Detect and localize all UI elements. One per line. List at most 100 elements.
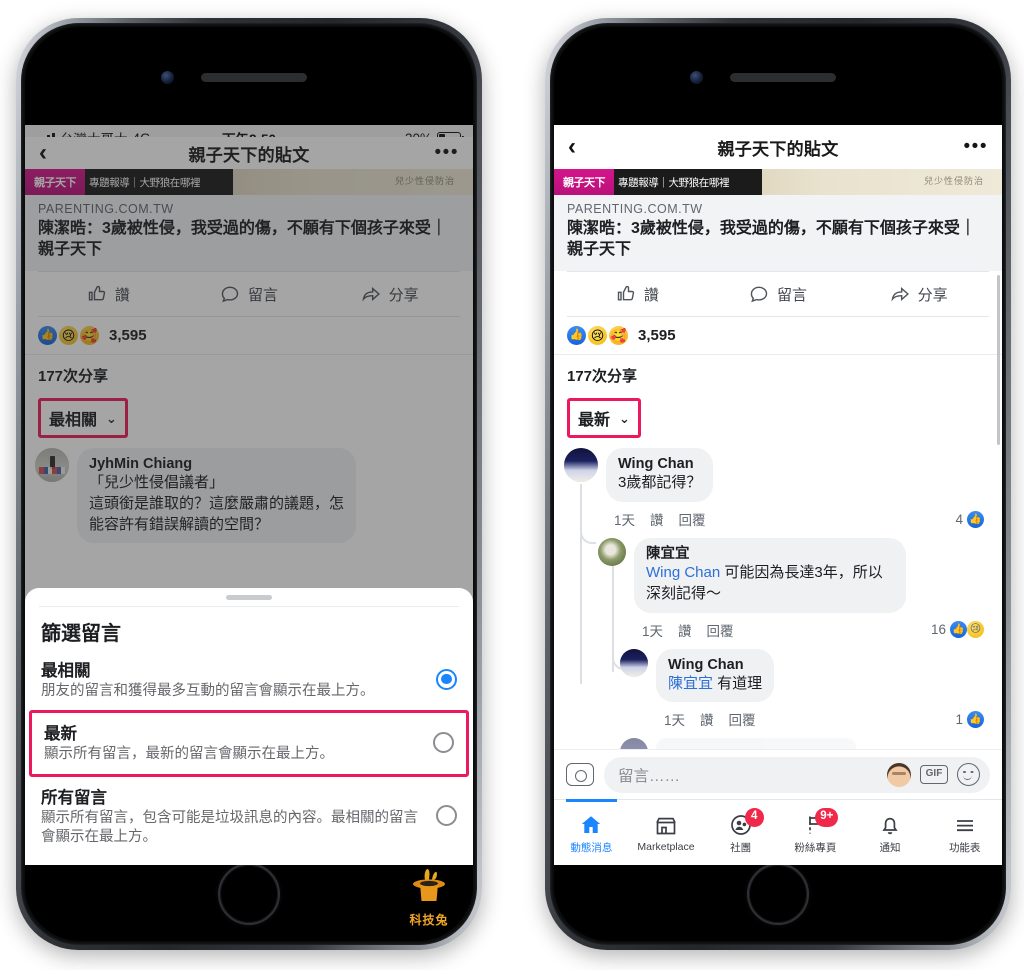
- marketplace-icon: [654, 814, 678, 838]
- option-description: 朋友的留言和獲得最多互動的留言會顯示在最上方。: [41, 682, 375, 699]
- tab-menu[interactable]: 功能表: [927, 800, 1002, 865]
- tab-news-feed[interactable]: 動態消息: [554, 799, 629, 865]
- comment-filter-wrap: 最新 ⌄: [554, 396, 1002, 444]
- right-phone-inner-bezel: ‹ 親子天下的貼文 ••• 親子天下 專題報導｜大野狼在哪裡 兒少性侵防治 PA…: [550, 23, 1006, 945]
- comment-reaction-summary[interactable]: 4 👍: [955, 510, 992, 528]
- comment-button[interactable]: 留言: [708, 272, 849, 316]
- comment-bubble[interactable]: 陳宜宜 Wing Chan 可能因為長達3年，所以深刻記得～: [634, 538, 906, 613]
- comments-list: Wing Chan 3歲都記得？ 1天 讚 回覆 4 👍 陳宜宜 Wing Ch…: [554, 444, 1002, 768]
- earpiece-speaker-icon: [730, 73, 836, 82]
- comment-reaction-summary[interactable]: 1 👍: [955, 710, 992, 728]
- tab-notifications[interactable]: 通知: [853, 800, 928, 865]
- scrollbar[interactable]: [997, 275, 1000, 445]
- care-emoji: 🥰: [609, 326, 628, 346]
- tab-label: 社團: [730, 841, 752, 854]
- comment-filter-label: 最新: [578, 412, 611, 430]
- comment-input-box[interactable]: 留言…… GIF: [604, 756, 990, 793]
- comment-bubble[interactable]: Wing Chan 陳宜宜 有道理: [656, 648, 775, 703]
- comment-reaction-count: 4: [955, 511, 963, 527]
- more-options-button[interactable]: •••: [964, 137, 988, 157]
- home-button[interactable]: [218, 863, 280, 925]
- comment-reaction-count: 1: [955, 711, 963, 727]
- comment-time: 1天: [642, 623, 664, 639]
- home-button[interactable]: [747, 863, 809, 925]
- avatar[interactable]: [598, 538, 626, 567]
- left-phone-inner-bezel: 台灣大哥大 4G 下午8:50 30% ‹ 親子天下的貼文 •••: [21, 23, 477, 945]
- back-button[interactable]: ‹: [568, 135, 576, 159]
- reaction-count: 3,595: [638, 327, 676, 345]
- sheet-option-newest[interactable]: 最新 顯示所有留言，最新的留言會顯示在最上方。: [29, 710, 469, 777]
- pages-badge: 9+: [815, 807, 839, 827]
- rabbit-in-hat-icon: [401, 866, 457, 910]
- home-icon: [579, 813, 603, 837]
- reactions-row[interactable]: 👍 😢 🥰 3,595: [554, 317, 1002, 356]
- comment-reply-action[interactable]: 回覆: [729, 709, 756, 729]
- smiley-icon[interactable]: [957, 763, 980, 786]
- user-avatar-icon[interactable]: [887, 762, 911, 787]
- drag-handle-icon[interactable]: [226, 594, 272, 600]
- post-actions-row: 讚 留言 分享: [567, 271, 989, 318]
- pages-flag-icon: 9+: [803, 807, 839, 837]
- like-button[interactable]: 讚: [567, 272, 708, 316]
- tab-pages[interactable]: 9+ 粉絲專頁: [778, 800, 853, 865]
- share-count-label[interactable]: 177次分享: [554, 355, 1002, 396]
- comment-mention[interactable]: Wing Chan: [646, 564, 720, 581]
- comment-bubble[interactable]: Wing Chan 3歲都記得？: [606, 448, 714, 503]
- bottom-tab-bar: 動態消息 Marketplace 4 社團 9+ 粉絲專頁 通知 功能表: [554, 799, 1002, 865]
- gif-button[interactable]: GIF: [920, 765, 948, 784]
- comment-icon: [750, 286, 768, 303]
- left-phone-topbar: [25, 27, 473, 125]
- comment-mention[interactable]: 陳宜宜: [668, 675, 713, 692]
- sheet-option-most-relevant[interactable]: 最相關 朋友的留言和獲得最多互動的留言會顯示在最上方。: [25, 650, 473, 711]
- comment-author[interactable]: 陳宜宜: [646, 545, 894, 563]
- comment-label: 留言: [777, 286, 808, 304]
- left-phone-screen: 台灣大哥大 4G 下午8:50 30% ‹ 親子天下的貼文 •••: [25, 125, 473, 865]
- comment-input[interactable]: 留言……: [618, 764, 878, 786]
- comment-reaction-summary[interactable]: 16 👍 😢: [931, 621, 992, 639]
- option-description: 顯示所有留言，包含可能是垃圾訊息的內容。最相關的留言會顯示在最上方。: [41, 809, 418, 846]
- like-label: 讚: [643, 286, 659, 304]
- radio-button[interactable]: [433, 732, 454, 754]
- comment-like-action[interactable]: 讚: [678, 620, 692, 640]
- comment-like-action[interactable]: 讚: [700, 709, 714, 729]
- radio-button-selected[interactable]: [436, 668, 457, 690]
- comment-author[interactable]: Wing Chan: [618, 455, 701, 473]
- tab-label: Marketplace: [637, 841, 695, 853]
- article-banner-image[interactable]: 親子天下 專題報導｜大野狼在哪裡 兒少性侵防治: [554, 169, 1002, 195]
- tab-groups[interactable]: 4 社團: [703, 800, 778, 865]
- comment-text: Wing Chan 可能因為長達3年，所以深刻記得～: [646, 563, 894, 604]
- comment-body: Wing Chan 3歲都記得？: [606, 448, 714, 503]
- sheet-option-all-comments[interactable]: 所有留言 顯示所有留言，包含可能是垃圾訊息的內容。最相關的留言會顯示在最上方。: [25, 777, 473, 857]
- groups-badge: 4: [744, 807, 764, 827]
- right-phone-topbar: [554, 27, 1002, 125]
- comment-filter-chip[interactable]: 最新 ⌄: [570, 401, 638, 435]
- share-button[interactable]: 分享: [848, 272, 989, 316]
- comment-reply-action[interactable]: 回覆: [679, 509, 706, 529]
- front-camera-icon: [690, 71, 703, 84]
- option-description: 顯示所有留言，最新的留言會顯示在最上方。: [44, 746, 334, 763]
- avatar[interactable]: [620, 648, 648, 677]
- comment-like-action[interactable]: 讚: [650, 509, 664, 529]
- menu-icon: [953, 813, 977, 837]
- tab-marketplace[interactable]: Marketplace: [629, 800, 704, 865]
- page-title: 親子天下的貼文: [717, 139, 839, 159]
- watermark: 科技兔: [396, 866, 462, 928]
- sheet-title: 篩選留言: [41, 622, 121, 645]
- radio-button[interactable]: [436, 805, 457, 827]
- banner-right-area: 兒少性侵防治: [762, 169, 1002, 195]
- comment-author[interactable]: Wing Chan: [668, 656, 762, 674]
- camera-icon[interactable]: [566, 763, 594, 786]
- groups-icon: 4: [729, 807, 764, 837]
- right-phone-device: ‹ 親子天下的貼文 ••• 親子天下 專題報導｜大野狼在哪裡 兒少性侵防治 PA…: [545, 18, 1011, 950]
- link-title: 陳潔晧：3歲被性侵，我受過的傷，不願有下個孩子來受｜親子天下: [567, 220, 976, 259]
- comment-text: 陳宜宜 有道理: [668, 674, 762, 695]
- comment-filter-sheet: 篩選留言 最相關 朋友的留言和獲得最多互動的留言會顯示在最上方。 最新 顯示所有…: [25, 587, 473, 865]
- comment-item: 陳宜宜 Wing Chan 可能因為長達3年，所以深刻記得～: [564, 534, 992, 615]
- like-emoji: 👍: [967, 710, 984, 728]
- link-preview-card[interactable]: PARENTING.COM.TW 陳潔晧：3歲被性侵，我受過的傷，不願有下個孩子…: [554, 195, 1002, 272]
- avatar[interactable]: [564, 448, 598, 483]
- comment-reply-action[interactable]: 回覆: [707, 620, 734, 640]
- sad-emoji: 😢: [588, 326, 607, 346]
- left-phone-body: 台灣大哥大 4G 下午8:50 30% ‹ 親子天下的貼文 •••: [25, 27, 473, 941]
- comment-text: 3歲都記得？: [618, 474, 702, 492]
